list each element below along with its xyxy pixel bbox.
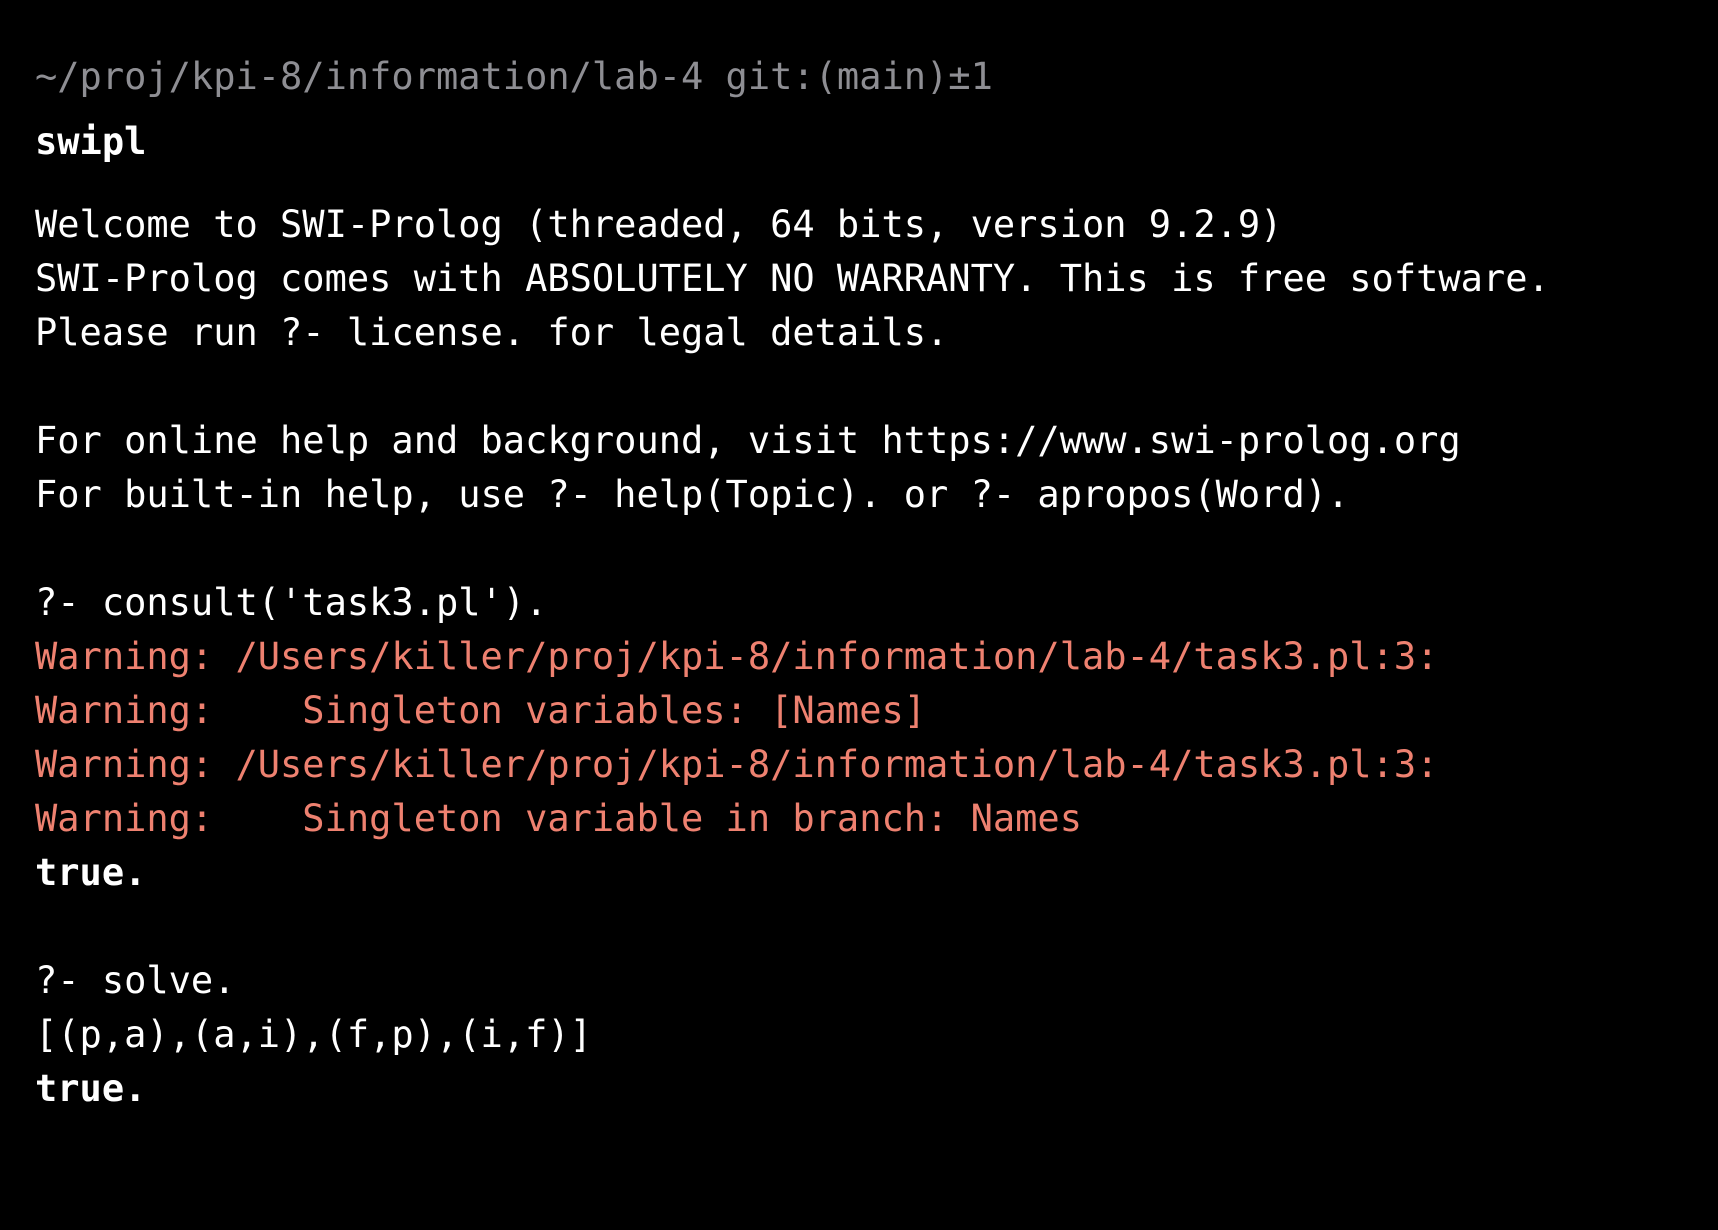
shell-command: swipl (35, 120, 147, 163)
query-consult: ?- consult('task3.pl'). (35, 581, 548, 624)
banner-line: Please run ?- license. for legal details… (35, 311, 949, 354)
banner-line: SWI-Prolog comes with ABSOLUTELY NO WARR… (35, 257, 1550, 300)
query-result: true. (35, 851, 147, 894)
warning-line: Warning: /Users/killer/proj/kpi-8/inform… (35, 635, 1439, 678)
banner-line: For online help and background, visit ht… (35, 419, 1461, 462)
solve-output: [(p,a),(a,i),(f,p),(i,f)] (35, 1013, 592, 1056)
input-line[interactable]: ?- (35, 1170, 196, 1230)
terminal-window[interactable]: ~/proj/kpi-8/information/lab-4 git:(main… (0, 0, 1718, 1230)
banner-line: For built-in help, use ?- help(Topic). o… (35, 473, 1350, 516)
warning-line: Warning: Singleton variable in branch: N… (35, 797, 1082, 840)
shell-prompt-path: ~/proj/kpi-8/information/lab-4 git:(main… (35, 55, 993, 98)
banner-line: Welcome to SWI-Prolog (threaded, 64 bits… (35, 203, 1283, 246)
warning-line: Warning: /Users/killer/proj/kpi-8/inform… (35, 743, 1439, 786)
query-solve: ?- solve. (35, 959, 236, 1002)
warning-line: Warning: Singleton variables: [Names] (35, 689, 927, 732)
query-result: true. (35, 1067, 147, 1110)
